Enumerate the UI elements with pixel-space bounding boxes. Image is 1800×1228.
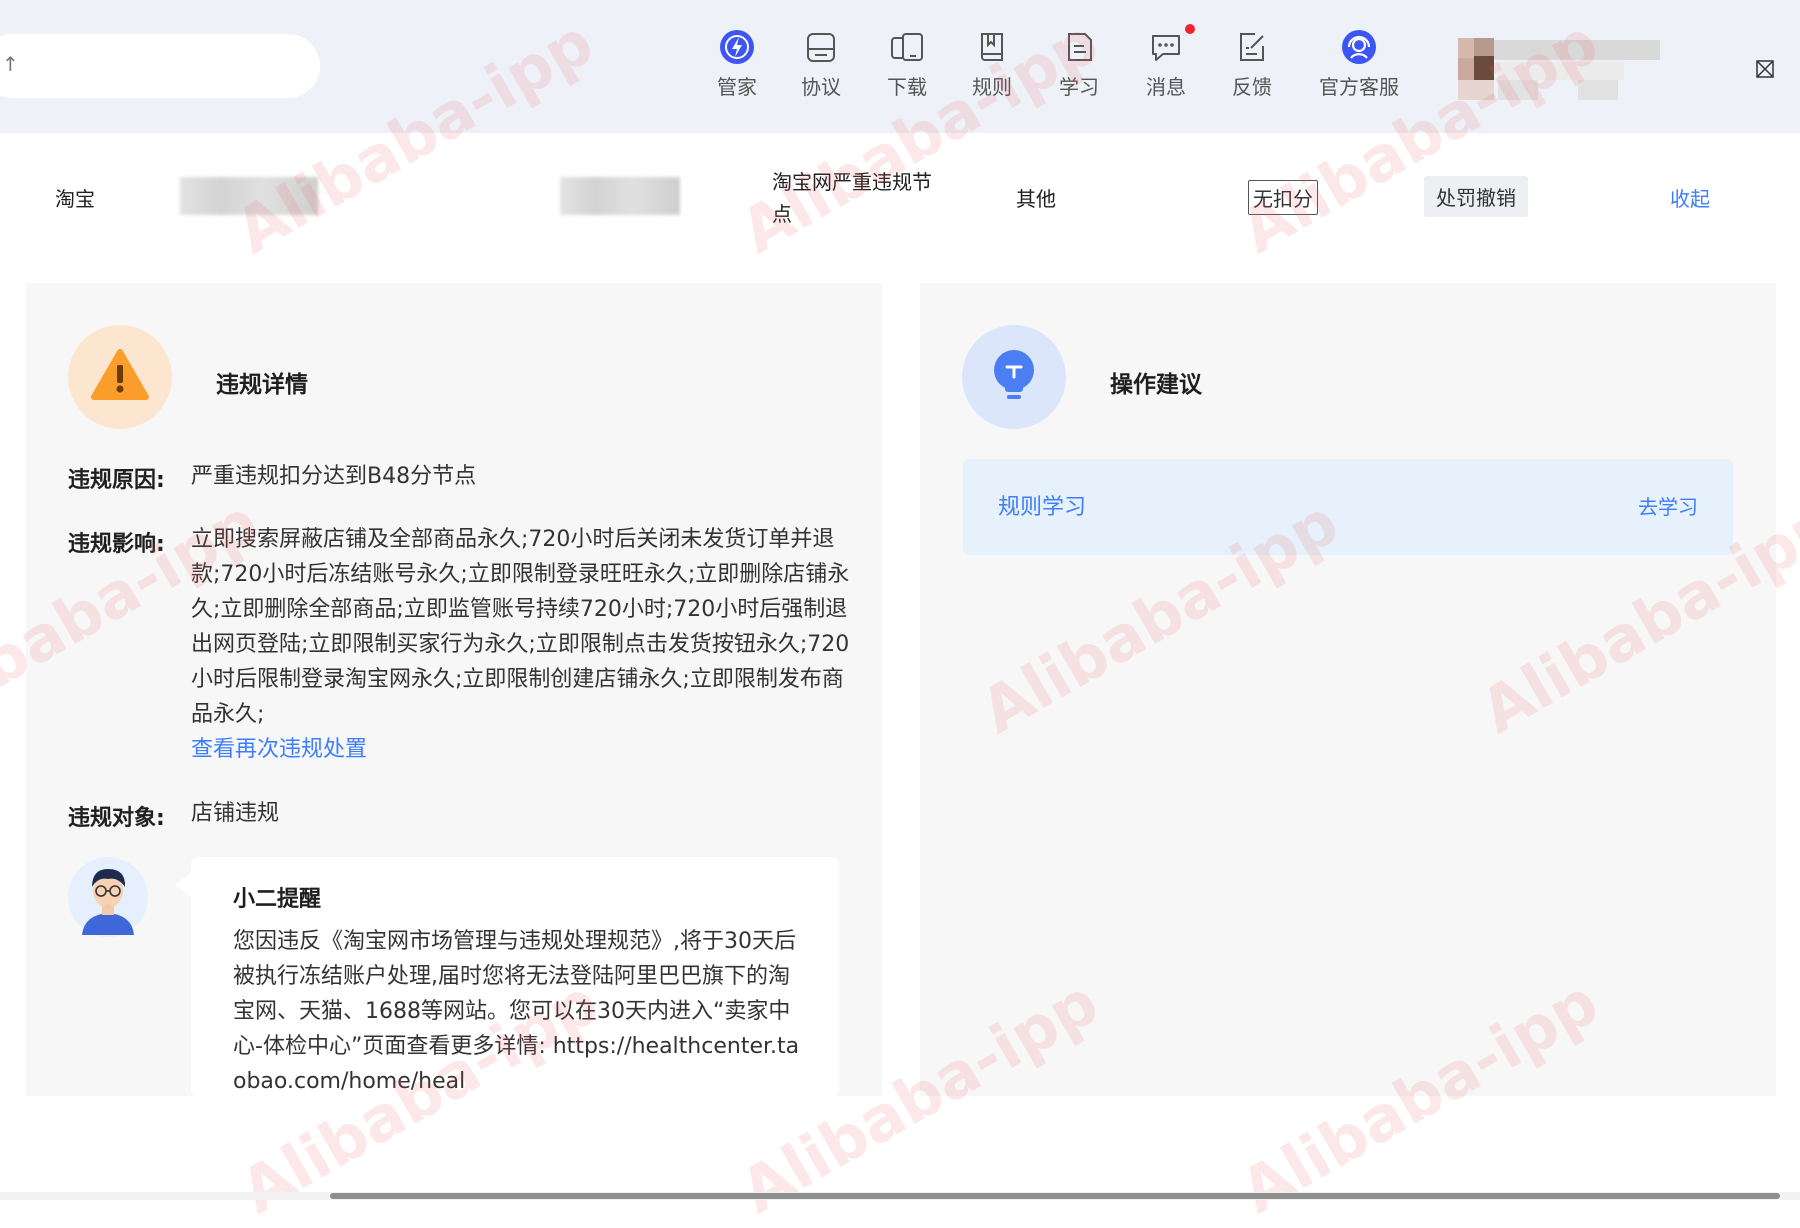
account-avatar[interactable] <box>1458 38 1680 100</box>
suggestion-title: 操作建议 <box>1110 372 1202 398</box>
status-badge: 处罚撤销 <box>1424 176 1528 217</box>
nav-item-butler[interactable]: 管家 <box>716 28 758 108</box>
customer-service-icon <box>1342 30 1376 64</box>
nav-item-customer-service[interactable]: 官方客服 <box>1317 28 1401 108</box>
nav-item-learning[interactable]: 学习 <box>1058 28 1100 108</box>
redacted-id <box>180 177 318 215</box>
reason-text: 严重违规扣分达到B48分节点 <box>191 464 477 489</box>
top-bar: ↑ 管家 协议 下载 规则 学习 消息 反馈 官方客服 <box>0 0 1800 133</box>
agreement-icon <box>807 33 835 62</box>
feedback-icon <box>1240 33 1264 61</box>
nav-label: 规则 <box>972 75 1012 99</box>
rule-learning-card[interactable]: 规则学习 去学习 <box>963 459 1733 555</box>
warning-badge <box>68 325 172 429</box>
assistant-avatar <box>68 857 148 937</box>
redacted-date <box>560 177 680 215</box>
search-input[interactable]: ↑ <box>0 34 320 98</box>
nav-item-download[interactable]: 下载 <box>886 28 928 108</box>
unread-dot <box>1185 24 1195 34</box>
impact-block: 立即搜索屏蔽店铺及全部商品永久;720小时后关闭未发货订单并退款;720小时后冻… <box>191 522 851 767</box>
rules-book-icon <box>981 33 1003 61</box>
tip-pointer <box>175 873 191 897</box>
view-repeat-violation-link[interactable]: 查看再次违规处置 <box>191 732 851 767</box>
nav-label: 反馈 <box>1232 75 1272 99</box>
download-icon <box>891 33 923 61</box>
butler-lightning-icon <box>720 30 754 64</box>
rule-node: 淘宝网严重违规节点 <box>772 170 932 226</box>
reminder-title: 小二提醒 <box>233 887 322 912</box>
target-label: 违规对象: <box>68 806 165 831</box>
reason-label: 违规原因: <box>68 468 165 493</box>
category: 其他 <box>1016 187 1056 211</box>
nav-label: 官方客服 <box>1319 75 1399 99</box>
reminder-text: 您因违反《淘宝网市场管理与违规处理规范》,将于30天后被执行冻结账户处理,届时您… <box>233 929 800 1094</box>
assistant-reminder-card: 小二提醒 您因违反《淘宝网市场管理与违规处理规范》,将于30天后被执行冻结账户处… <box>191 857 839 1097</box>
rule-learning-label: 规则学习 <box>998 495 1087 520</box>
nav-item-messages[interactable]: 消息 <box>1145 24 1195 108</box>
collapse-link[interactable]: 收起 <box>1670 183 1710 212</box>
deduction-badge: 无扣分 <box>1248 180 1318 215</box>
nav-label: 下载 <box>887 75 927 99</box>
nav-item-feedback[interactable]: 反馈 <box>1231 28 1273 108</box>
target-text: 店铺违规 <box>191 801 280 826</box>
detail-title: 违规详情 <box>216 372 308 398</box>
assistant-avatar-icon <box>68 857 148 937</box>
bulb-badge <box>962 325 1066 429</box>
scrollbar-thumb[interactable] <box>330 1193 1780 1199</box>
nav-label: 管家 <box>717 75 757 99</box>
nav-label: 协议 <box>801 75 841 99</box>
nav-item-rules[interactable]: 规则 <box>971 28 1013 108</box>
impact-text: 立即搜索屏蔽店铺及全部商品永久;720小时后关闭未发货订单并退款;720小时后冻… <box>191 527 850 727</box>
impact-label: 违规影响: <box>68 532 165 557</box>
learning-icon <box>1068 33 1092 61</box>
nav-item-agreement[interactable]: 协议 <box>800 28 842 108</box>
warning-icon <box>91 349 149 400</box>
nav-label: 消息 <box>1146 75 1186 99</box>
search-icon: ↑ <box>2 52 19 76</box>
platform-label: 淘宝 <box>55 187 95 211</box>
message-icon <box>1152 35 1180 61</box>
nav-label: 学习 <box>1059 75 1099 99</box>
close-icon[interactable] <box>1756 60 1774 78</box>
lightbulb-icon <box>994 350 1034 399</box>
go-learn-link[interactable]: 去学习 <box>1638 491 1698 520</box>
